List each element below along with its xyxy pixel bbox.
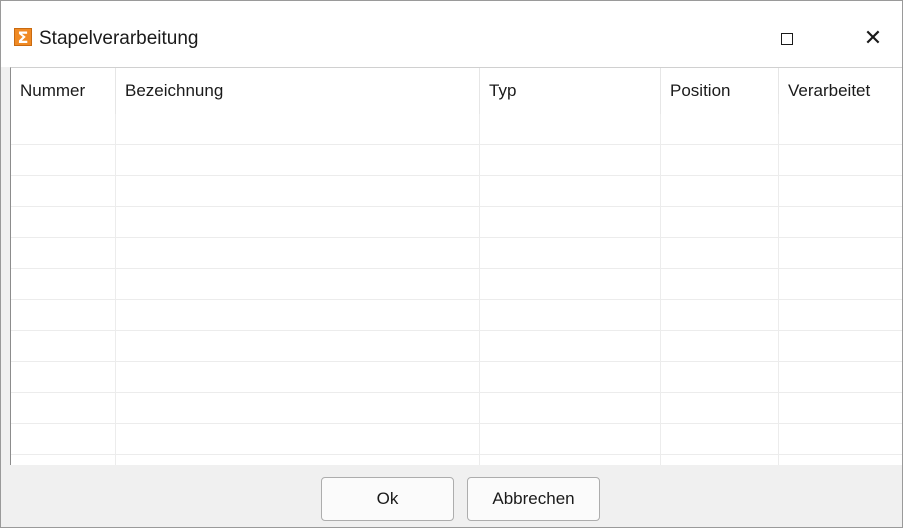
empty-table-row[interactable] — [11, 331, 902, 362]
table-cell[interactable] — [480, 362, 661, 393]
table-cell[interactable] — [116, 331, 480, 362]
table-cell[interactable] — [480, 145, 661, 176]
table-cell[interactable] — [480, 176, 661, 207]
cancel-button[interactable]: Abbrechen — [467, 477, 600, 521]
table-cell[interactable] — [11, 455, 116, 465]
table-cell[interactable] — [779, 207, 902, 238]
table-cell[interactable] — [11, 176, 116, 207]
table-cell[interactable] — [11, 145, 116, 176]
table-cell[interactable] — [661, 424, 779, 455]
table-cell[interactable] — [11, 238, 116, 269]
empty-table-row[interactable] — [11, 455, 902, 465]
table-cell[interactable] — [661, 393, 779, 424]
empty-table-row[interactable] — [11, 362, 902, 393]
table-cell[interactable] — [779, 424, 902, 455]
column-header-nummer[interactable]: Nummer — [11, 68, 116, 114]
table-cell[interactable] — [480, 269, 661, 300]
empty-table-row[interactable] — [11, 176, 902, 207]
batch-processing-dialog: Σ Stapelverarbeitung ✕ Nummer Bezeichnun… — [0, 0, 903, 528]
table-cell[interactable] — [480, 455, 661, 465]
empty-table-row[interactable] — [11, 269, 902, 300]
table-cell[interactable] — [11, 207, 116, 238]
table-cell[interactable] — [779, 300, 902, 331]
table-cell[interactable] — [661, 238, 779, 269]
empty-table-row[interactable] — [11, 238, 902, 269]
table-cell[interactable] — [480, 424, 661, 455]
table-cell[interactable] — [11, 362, 116, 393]
table-cell[interactable] — [779, 176, 902, 207]
table-cell[interactable] — [11, 393, 116, 424]
table-cell[interactable] — [116, 393, 480, 424]
column-header-typ[interactable]: Typ — [480, 68, 661, 114]
window-title: Stapelverarbeitung — [39, 28, 199, 49]
table-cell[interactable] — [116, 207, 480, 238]
table-cell[interactable] — [661, 362, 779, 393]
table-cell[interactable] — [779, 238, 902, 269]
batch-table[interactable]: Nummer Bezeichnung Typ Position Verarbei… — [10, 67, 902, 465]
table-cell[interactable] — [116, 455, 480, 465]
table-cell[interactable] — [661, 176, 779, 207]
sigma-icon: Σ — [14, 28, 32, 46]
table-cell[interactable] — [779, 114, 902, 145]
table-cell[interactable] — [779, 269, 902, 300]
table-cell[interactable] — [661, 207, 779, 238]
table-cell[interactable] — [116, 424, 480, 455]
table-cell[interactable] — [661, 114, 779, 145]
empty-table-row[interactable] — [11, 300, 902, 331]
maximize-button[interactable] — [764, 12, 810, 66]
table-cell[interactable] — [116, 238, 480, 269]
table-cell[interactable] — [661, 455, 779, 465]
table-cell[interactable] — [480, 238, 661, 269]
table-cell[interactable] — [116, 362, 480, 393]
table-cell[interactable] — [116, 300, 480, 331]
table-cell[interactable] — [116, 145, 480, 176]
table-cell[interactable] — [480, 331, 661, 362]
empty-table-row[interactable] — [11, 393, 902, 424]
empty-table-row[interactable] — [11, 424, 902, 455]
table-cell[interactable] — [11, 114, 116, 145]
table-cell[interactable] — [480, 207, 661, 238]
column-header-bezeichnung[interactable]: Bezeichnung — [116, 68, 480, 114]
column-header-verarbeitet[interactable]: Verarbeitet — [779, 68, 902, 114]
table-cell[interactable] — [116, 114, 480, 145]
empty-table-row[interactable] — [11, 145, 902, 176]
table-cell[interactable] — [480, 114, 661, 145]
table-cell[interactable] — [116, 269, 480, 300]
table-cell[interactable] — [480, 300, 661, 331]
close-icon: ✕ — [863, 26, 883, 51]
table-cell[interactable] — [11, 269, 116, 300]
table-cell[interactable] — [779, 331, 902, 362]
table-cell[interactable] — [661, 145, 779, 176]
table-cell[interactable] — [661, 331, 779, 362]
table-cell[interactable] — [480, 393, 661, 424]
table-header: Nummer Bezeichnung Typ Position Verarbei… — [11, 68, 902, 114]
column-header-position[interactable]: Position — [661, 68, 779, 114]
table-cell[interactable] — [11, 300, 116, 331]
empty-table-row[interactable] — [11, 114, 902, 145]
table-cell[interactable] — [11, 331, 116, 362]
table-cell[interactable] — [779, 362, 902, 393]
close-button[interactable]: ✕ — [850, 12, 896, 66]
empty-table-row[interactable] — [11, 207, 902, 238]
table-cell[interactable] — [779, 393, 902, 424]
table-cell[interactable] — [661, 269, 779, 300]
table-cell[interactable] — [116, 176, 480, 207]
table-cell[interactable] — [661, 300, 779, 331]
table-cell[interactable] — [779, 455, 902, 465]
ok-button[interactable]: Ok — [321, 477, 454, 521]
table-cell[interactable] — [11, 424, 116, 455]
table-cell[interactable] — [779, 145, 902, 176]
title-bar[interactable]: Σ Stapelverarbeitung ✕ — [1, 1, 902, 67]
maximize-icon — [781, 33, 793, 45]
